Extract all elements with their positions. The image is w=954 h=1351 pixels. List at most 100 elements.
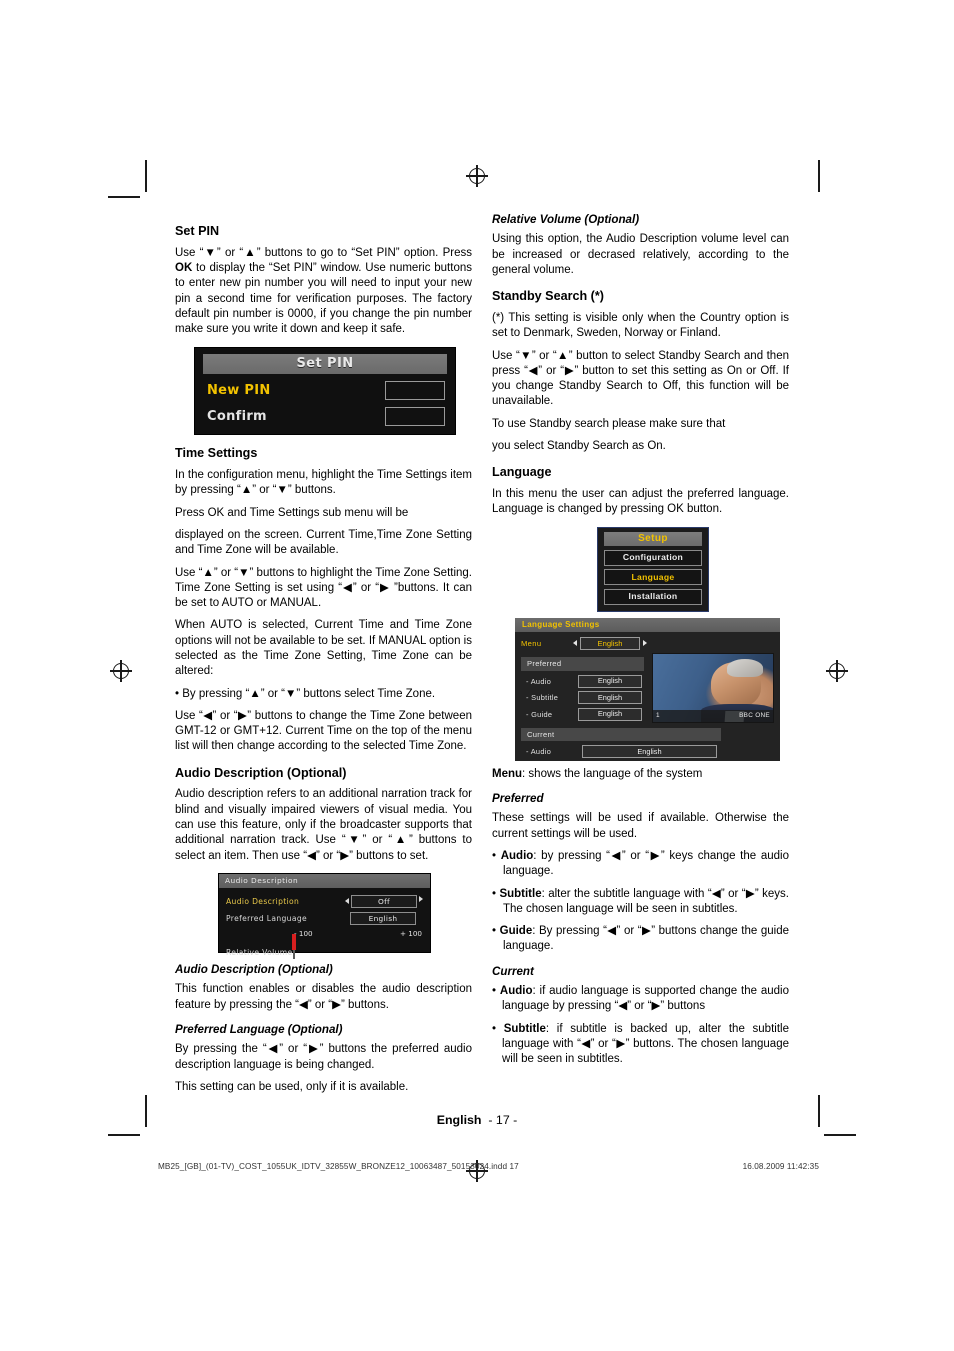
setup-menu-item-installation[interactable]: Installation xyxy=(604,588,702,605)
preferred-language-row-value[interactable]: English xyxy=(350,911,416,926)
bullet-current-subtitle: • Subtitle: if subtitle is backed up, al… xyxy=(492,1022,789,1066)
bullet-current-audio: • Audio: if audio language is supported … xyxy=(492,985,789,1013)
left-arrow-icon[interactable] xyxy=(345,898,349,905)
set-pin-ok-bold: OK xyxy=(175,262,193,275)
bullet-current-audio-text: : if audio language is supported change … xyxy=(502,985,789,1013)
pref-guide-value[interactable]: English xyxy=(578,707,642,721)
paragraph-preferred: These settings will be used if available… xyxy=(492,812,789,840)
language-settings-pref-audio-row[interactable]: - Audio English xyxy=(521,674,644,688)
language-settings-current-group: Current - Audio English - Subtitle None xyxy=(521,727,721,761)
cur-audio-value[interactable]: English xyxy=(582,745,717,759)
heading-standby-search: Standby Search (*) xyxy=(492,289,604,304)
language-settings-body: Menu English Preferred - Audio English -… xyxy=(515,632,780,761)
paragraph-audio-description: Audio description refers to an additiona… xyxy=(175,788,472,862)
right-arrow-icon[interactable] xyxy=(643,640,647,647)
set-pin-confirm-label: Confirm xyxy=(207,409,267,425)
pref-audio-value[interactable]: English xyxy=(578,674,642,688)
heading-current: Current xyxy=(492,964,534,978)
bullet-current-subtitle-text: : if subtitle is backed up, alter the su… xyxy=(502,1022,789,1066)
paragraph-set-pin: Use “▼” or “▲” buttons to go to “Set PIN… xyxy=(175,246,472,338)
pref-subtitle-label: - Subtitle xyxy=(526,693,559,703)
language-settings-menu-value[interactable]: English xyxy=(580,636,640,651)
language-settings-menu-row: Menu English xyxy=(521,636,774,651)
print-timestamp: 16.08.2009 11:42:35 xyxy=(742,1162,819,1171)
audio-description-row-value[interactable]: Off xyxy=(351,894,417,909)
bullet-preferred-guide-text: : By pressing “◀” or “▶” buttons change … xyxy=(503,925,789,953)
bullet-preferred-audio-label: Audio xyxy=(500,849,534,862)
paragraph-relative-volume: Using this option, the Audio Description… xyxy=(492,233,789,277)
preview-person-hair xyxy=(727,659,764,677)
audio-description-row-relative-volume: Relative Volume - 100 + 100 xyxy=(226,929,423,960)
paragraph-menu-description: Menu: shows the language of the system xyxy=(492,767,789,782)
paragraph-time-settings-2: Press OK and Time Settings sub menu will… xyxy=(175,506,409,519)
paragraph-time-settings-3: displayed on the screen. Current Time,Ti… xyxy=(175,529,472,557)
paragraph-language: In this menu the user can adjust the pre… xyxy=(492,488,789,516)
figure-language-settings-screen: Language Settings Menu English Preferred… xyxy=(515,617,780,761)
bullet-preferred-subtitle-label: Subtitle xyxy=(499,887,542,900)
relative-volume-track[interactable] xyxy=(292,934,296,960)
paragraph-time-settings-1: In the configuration menu, highlight the… xyxy=(175,469,472,497)
print-filename: MB25_[GB]_(01-TV)_COST_1055UK_IDTV_32855… xyxy=(158,1162,519,1171)
language-settings-preferred-header: Preferred xyxy=(521,657,644,671)
language-settings-menu-selector[interactable]: English xyxy=(573,636,647,651)
right-arrow-icon[interactable] xyxy=(419,895,423,902)
paragraph-time-settings-6: Use “◀” or “▶” buttons to change the Tim… xyxy=(175,709,472,753)
bullet-preferred-audio: • Audio: by pressing “◀” or “▶” keys cha… xyxy=(492,849,789,878)
setup-menu-title: Setup xyxy=(604,531,702,547)
crop-mark-top-left-vertical xyxy=(145,160,147,192)
relative-volume-knob[interactable] xyxy=(292,934,296,951)
preview-info-bar: 1 BBC ONE xyxy=(653,709,773,722)
figure-set-pin-dialog: Set PIN New PIN Confirm xyxy=(194,347,456,436)
cur-audio-label: - Audio xyxy=(526,747,552,757)
preview-channel-name: BBC ONE xyxy=(739,712,770,720)
print-slug-footer: MB25_[GB]_(01-TV)_COST_1055UK_IDTV_32855… xyxy=(158,1162,819,1171)
language-settings-cur-audio-row[interactable]: - Audio English xyxy=(521,745,721,759)
left-column: Set PIN Use “▼” or “▲” buttons to go to … xyxy=(175,213,472,1102)
bullet-current-audio-label: Audio xyxy=(499,985,533,998)
heading-audio-description-optional: Audio Description (Optional) xyxy=(175,962,333,976)
left-arrow-icon[interactable] xyxy=(573,640,577,647)
pref-audio-label: - Audio xyxy=(526,676,552,686)
paragraph-standby-search-3: To use Standby search please make sure t… xyxy=(492,417,726,430)
set-pin-confirm-input[interactable] xyxy=(385,407,445,427)
registration-mark-right xyxy=(826,660,848,682)
heading-preferred-language-optional: Preferred Language (Optional) xyxy=(175,1022,343,1036)
set-pin-new-pin-label: New PIN xyxy=(207,383,271,399)
registration-mark-top xyxy=(466,165,488,187)
paragraph-standby-search-2: Use “▼” or “▲” button to select Standby … xyxy=(492,349,789,408)
setup-menu-item-language[interactable]: Language xyxy=(604,569,702,586)
language-settings-pref-guide-row[interactable]: - Guide English xyxy=(521,707,644,721)
paragraph-standby-search-1: (*) This setting is visible only when th… xyxy=(492,312,789,340)
language-settings-pref-subtitle-row[interactable]: - Subtitle English xyxy=(521,691,644,705)
heading-set-pin: Set PIN xyxy=(175,224,220,238)
crop-mark-bottom-right-horizontal xyxy=(824,1134,856,1136)
heading-preferred: Preferred xyxy=(492,791,544,805)
pref-subtitle-value[interactable]: English xyxy=(578,691,642,705)
set-pin-new-pin-input[interactable] xyxy=(385,381,445,401)
audio-description-value-selector[interactable]: Off xyxy=(345,894,423,909)
bullet-current-subtitle-label: Subtitle xyxy=(503,1022,546,1035)
figure-audio-description-menu: Audio Description Audio Description Off … xyxy=(218,872,431,960)
heading-time-settings: Time Settings xyxy=(175,446,258,461)
set-pin-row-new-pin: New PIN xyxy=(203,381,447,401)
heading-audio-description: Audio Description (Optional) xyxy=(175,765,347,780)
page-footer: English - 17 - xyxy=(0,1113,954,1127)
relative-volume-slider[interactable]: - 100 + 100 xyxy=(292,929,423,960)
audio-description-menu-rows: Audio Description Off Preferred Language… xyxy=(219,888,430,960)
audio-description-menu-header: Audio Description xyxy=(219,873,430,889)
relative-volume-row-label: Relative Volume xyxy=(226,948,293,958)
bullet-preferred-subtitle: • Subtitle: alter the subtitle language … xyxy=(492,887,789,915)
crop-mark-top-right-vertical xyxy=(818,160,820,192)
registration-mark-left xyxy=(110,660,132,682)
menu-desc-label: Menu xyxy=(492,767,523,780)
paragraph-time-settings-4: Use “▲” or “▼” buttons to highlight the … xyxy=(175,566,472,610)
set-pin-row-confirm: Confirm xyxy=(203,407,447,427)
relative-volume-scale: - 100 + 100 xyxy=(293,929,423,939)
language-settings-current-header: Current xyxy=(521,727,721,742)
preview-channel-number: 1 xyxy=(656,712,660,720)
audio-description-row-label: Audio Description xyxy=(226,896,300,906)
preferred-language-row-label: Preferred Language xyxy=(226,913,308,923)
setup-menu-item-configuration[interactable]: Configuration xyxy=(604,549,702,566)
paragraph-time-settings-5: When AUTO is selected, Current Time and … xyxy=(175,619,472,678)
relative-volume-max-label: + 100 xyxy=(399,929,422,939)
